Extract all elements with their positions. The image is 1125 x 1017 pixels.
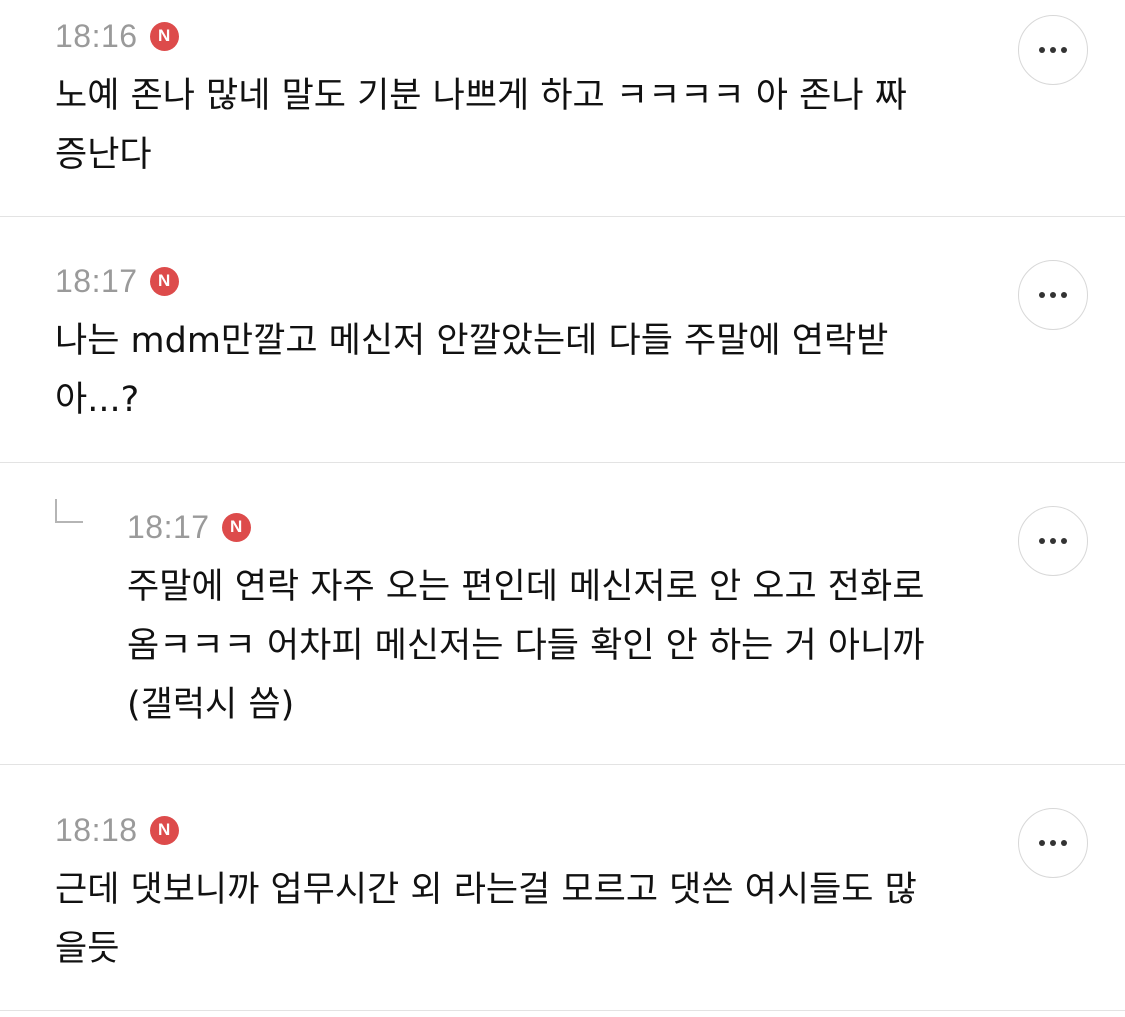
comment-line: 나는 mdm만깔고 메신저 안깔았는데 다들 주말에 연락받	[55, 321, 889, 361]
comment-line: 노예 존나 많네 말도 기분 나쁘게 하고 ㅋㅋㅋㅋ 아 존나 짜	[55, 76, 907, 116]
more-options-button[interactable]	[1018, 260, 1088, 330]
comment-line: 옴ㅋㅋㅋ 어차피 메신저는 다들 확인 안 하는 거 아니까	[127, 626, 925, 666]
reply-comment-item: 18:17 N 주말에 연락 자주 오는 편인데 메신저로 안 오고 전화로 옴…	[0, 463, 1125, 765]
comment-item: 18:18 N 근데 댓보니까 업무시간 외 라는걸 모르고 댓쓴 여시들도 많…	[0, 765, 1125, 1011]
comment-meta: 18:17 N	[55, 261, 179, 301]
more-options-button[interactable]	[1018, 808, 1088, 878]
new-badge: N	[149, 266, 179, 296]
comment-line: 아...?	[55, 380, 140, 420]
reply-arrow-icon	[55, 499, 83, 523]
comment-time: 18:17	[127, 508, 210, 545]
comment-body: 노예 존나 많네 말도 기분 나쁘게 하고 ㅋㅋㅋㅋ 아 존나 짜 증난다	[55, 67, 1055, 185]
comment-body: 나는 mdm만깔고 메신저 안깔았는데 다들 주말에 연락받 아...?	[55, 312, 1055, 430]
more-horizontal-icon	[1039, 538, 1067, 544]
more-horizontal-icon	[1039, 292, 1067, 298]
more-options-button[interactable]	[1018, 506, 1088, 576]
more-horizontal-icon	[1039, 840, 1067, 846]
comment-time: 18:17	[55, 262, 138, 299]
comment-line: (갤럭시 씀)	[127, 685, 295, 725]
comment-line: 증난다	[55, 135, 152, 175]
comment-line: 주말에 연락 자주 오는 편인데 메신저로 안 오고 전화로	[127, 567, 925, 607]
comment-time: 18:18	[55, 811, 138, 848]
comment-meta: 18:17 N	[127, 507, 251, 547]
comment-item: 18:17 N 나는 mdm만깔고 메신저 안깔았는데 다들 주말에 연락받 아…	[0, 217, 1125, 463]
more-horizontal-icon	[1039, 47, 1067, 53]
comment-meta: 18:18 N	[55, 810, 179, 850]
comment-meta: 18:16 N	[55, 16, 179, 56]
comment-line: 근데 댓보니까 업무시간 외 라는걸 모르고 댓쓴 여시들도 많	[55, 870, 917, 910]
comment-body: 근데 댓보니까 업무시간 외 라는걸 모르고 댓쓴 여시들도 많 을듯	[55, 861, 1055, 979]
new-badge: N	[149, 815, 179, 845]
new-badge: N	[149, 21, 179, 51]
comment-time: 18:16	[55, 17, 138, 54]
comment-item: 18:16 N 노예 존나 많네 말도 기분 나쁘게 하고 ㅋㅋㅋㅋ 아 존나 …	[0, 0, 1125, 217]
comment-body: 주말에 연락 자주 오는 편인데 메신저로 안 오고 전화로 옴ㅋㅋㅋ 어차피 …	[127, 558, 1067, 735]
more-options-button[interactable]	[1018, 15, 1088, 85]
new-badge: N	[221, 512, 251, 542]
comment-line: 을듯	[55, 929, 120, 969]
